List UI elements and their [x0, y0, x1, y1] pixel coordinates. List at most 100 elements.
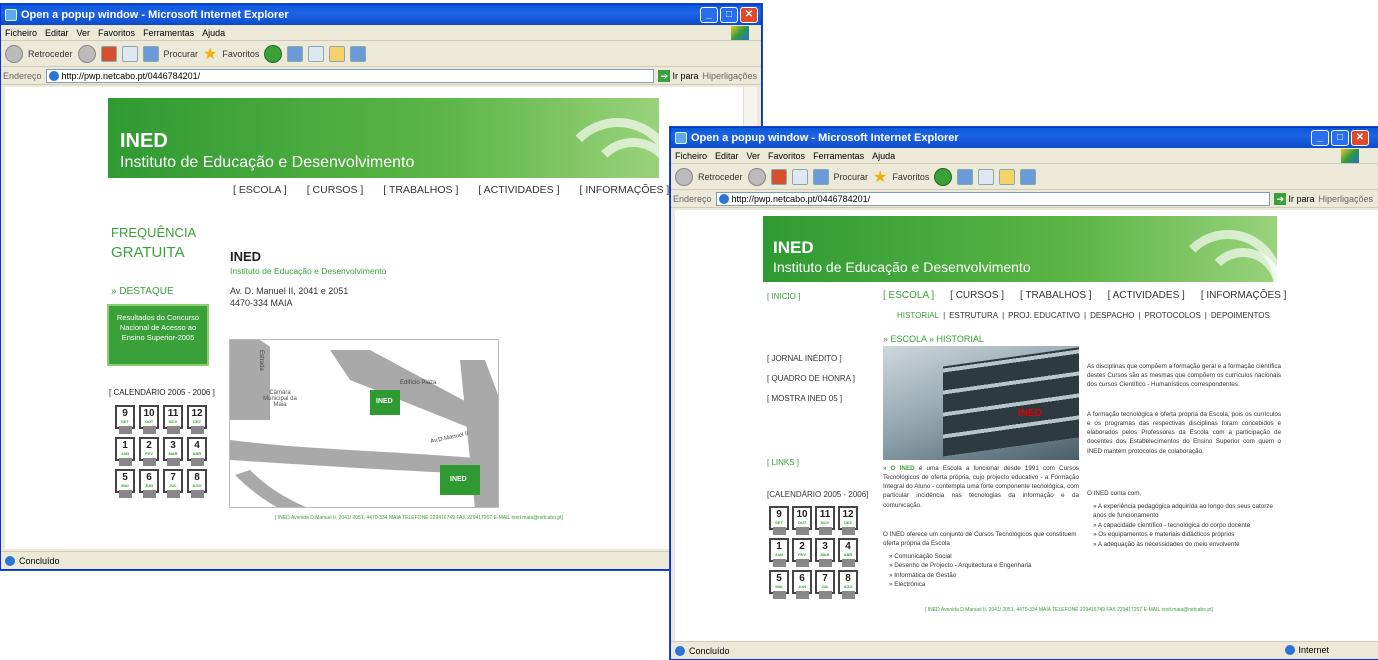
- nav-actividades[interactable]: [ ACTIVIDADES ]: [1108, 290, 1185, 301]
- nav-escola[interactable]: [ ESCOLA ]: [883, 290, 934, 301]
- nav-informacoes[interactable]: [ INFORMAÇÕES ]: [1201, 290, 1287, 301]
- links-toolbar[interactable]: Hiperligações: [1318, 194, 1373, 204]
- maximize-button[interactable]: □: [720, 7, 738, 23]
- calendar-month-tile[interactable]: 10 OUT: [792, 506, 812, 535]
- back-button-label[interactable]: Retroceder: [28, 49, 73, 59]
- subnav-historial[interactable]: HISTORIAL: [897, 311, 939, 320]
- close-button[interactable]: ✕: [1351, 130, 1369, 146]
- address-input[interactable]: http://pwp.netcabo.pt/0446784201/: [715, 191, 1271, 206]
- subnav-estrutura[interactable]: ESTRUTURA: [949, 311, 998, 320]
- favorites-star-icon[interactable]: ★: [203, 44, 217, 64]
- back-button-label[interactable]: Retroceder: [698, 172, 743, 182]
- calendar-month-tile[interactable]: 6 JUN: [139, 469, 159, 498]
- menu-ajuda[interactable]: Ajuda: [202, 28, 225, 38]
- search-button[interactable]: Procurar: [834, 172, 869, 182]
- calendar-label[interactable]: [CALENDÁRIO 2005 - 2006]: [767, 490, 868, 499]
- subnav-despacho[interactable]: DESPACHO: [1090, 311, 1134, 320]
- favorites-button[interactable]: Favoritos: [222, 49, 259, 59]
- subnav-depoimentos[interactable]: DEPOIMENTOS: [1211, 311, 1270, 320]
- destaque-link[interactable]: » DESTAQUE: [111, 286, 174, 297]
- menu-ficheiro[interactable]: Ficheiro: [675, 151, 707, 161]
- calendar-month-tile[interactable]: 11 NOV: [163, 405, 183, 434]
- side-link-jornal[interactable]: [ JORNAL INÉDITO ]: [767, 354, 842, 363]
- calendar-month-tile[interactable]: 8 AGO: [838, 570, 858, 599]
- highlight-box[interactable]: Resultados do Concurso Nacional de Acess…: [107, 304, 209, 366]
- menu-editar[interactable]: Editar: [715, 151, 739, 161]
- menu-ver[interactable]: Ver: [747, 151, 761, 161]
- calendar-month-tile[interactable]: 7 JUL: [163, 469, 183, 498]
- nav-trabalhos[interactable]: [ TRABALHOS ]: [383, 184, 458, 196]
- subnav-proj-educativo[interactable]: PROJ. EDUCATIVO: [1008, 311, 1080, 320]
- calendar-month-tile[interactable]: 12 DEZ: [838, 506, 858, 535]
- address-url[interactable]: http://pwp.netcabo.pt/0446784201/: [732, 194, 871, 204]
- back-icon[interactable]: [675, 167, 693, 186]
- nav-trabalhos[interactable]: [ TRABALHOS ]: [1020, 290, 1092, 301]
- calendar-month-tile[interactable]: 12 DEZ: [187, 405, 207, 434]
- calendar-month-tile[interactable]: 9 SET: [115, 405, 135, 434]
- menu-ajuda[interactable]: Ajuda: [872, 151, 895, 161]
- minimize-button[interactable]: _: [700, 7, 718, 23]
- back-icon[interactable]: [5, 44, 23, 63]
- calendar-month-tile[interactable]: 5 MAI: [115, 469, 135, 498]
- calendar-month-tile[interactable]: 5 MAI: [769, 570, 789, 599]
- go-button[interactable]: ➔ Ir para: [1274, 192, 1314, 205]
- nav-cursos[interactable]: [ CURSOS ]: [950, 290, 1004, 301]
- search-button[interactable]: Procurar: [164, 49, 199, 59]
- maximize-button[interactable]: □: [1331, 130, 1349, 146]
- calendar-label[interactable]: [ CALENDÁRIO 2005 - 2006 ]: [109, 388, 215, 397]
- nav-cursos[interactable]: [ CURSOS ]: [307, 184, 364, 196]
- messenger-icon[interactable]: [1020, 168, 1037, 185]
- nav-escola[interactable]: [ ESCOLA ]: [233, 184, 287, 196]
- menu-favoritos[interactable]: Favoritos: [768, 151, 805, 161]
- menu-ferramentas[interactable]: Ferramentas: [813, 151, 864, 161]
- menu-ferramentas[interactable]: Ferramentas: [143, 28, 194, 38]
- subnav-protocolos[interactable]: PROTOCOLOS: [1144, 311, 1200, 320]
- side-link-links[interactable]: [ LINKS ]: [767, 458, 799, 467]
- calendar-month-tile[interactable]: 6 JUN: [792, 570, 812, 599]
- nav-informacoes[interactable]: [ INFORMAÇÕES ]: [580, 184, 670, 196]
- favorites-button[interactable]: Favoritos: [892, 172, 929, 182]
- calendar-month-tile[interactable]: 3 MAR: [815, 538, 835, 567]
- side-link-mostra[interactable]: [ MOSTRA INED 05 ]: [767, 394, 842, 403]
- mail-icon[interactable]: [957, 168, 974, 185]
- refresh-icon[interactable]: [791, 168, 808, 185]
- forward-icon[interactable]: [77, 44, 96, 63]
- calendar-month-tile[interactable]: 4 ABR: [838, 538, 858, 567]
- menu-ficheiro[interactable]: Ficheiro: [5, 28, 37, 38]
- address-input[interactable]: http://pwp.netcabo.pt/0446784201/: [45, 68, 655, 83]
- stop-icon[interactable]: [100, 45, 117, 62]
- home-icon[interactable]: [142, 45, 159, 62]
- calendar-month-tile[interactable]: 4 ABR: [187, 437, 207, 466]
- calendar-month-tile[interactable]: 1 JAN: [115, 437, 135, 466]
- address-url[interactable]: http://pwp.netcabo.pt/0446784201/: [62, 71, 201, 81]
- calendar-month-tile[interactable]: 10 OUT: [139, 405, 159, 434]
- mail-icon[interactable]: [287, 45, 304, 62]
- folder-icon[interactable]: [329, 45, 346, 62]
- calendar-month-tile[interactable]: 9 SET: [769, 506, 789, 535]
- calendar-month-tile[interactable]: 7 JUL: [815, 570, 835, 599]
- favorites-star-icon[interactable]: ★: [873, 167, 887, 187]
- stop-icon[interactable]: [770, 168, 787, 185]
- links-toolbar[interactable]: Hiperligações: [702, 71, 757, 81]
- print-icon[interactable]: [978, 168, 995, 185]
- menu-ver[interactable]: Ver: [77, 28, 91, 38]
- history-icon[interactable]: [264, 44, 283, 63]
- home-icon[interactable]: [812, 168, 829, 185]
- refresh-icon[interactable]: [121, 45, 138, 62]
- messenger-icon[interactable]: [350, 45, 367, 62]
- calendar-month-tile[interactable]: 2 FEV: [792, 538, 812, 567]
- menu-editar[interactable]: Editar: [45, 28, 69, 38]
- calendar-month-tile[interactable]: 3 MAR: [163, 437, 183, 466]
- print-icon[interactable]: [308, 45, 325, 62]
- minimize-button[interactable]: _: [1311, 130, 1329, 146]
- calendar-month-tile[interactable]: 2 FEV: [139, 437, 159, 466]
- forward-icon[interactable]: [747, 167, 766, 186]
- folder-icon[interactable]: [999, 168, 1016, 185]
- side-link-quadro[interactable]: [ QUADRO DE HONRA ]: [767, 374, 855, 383]
- go-button[interactable]: ➔ Ir para: [658, 69, 698, 82]
- calendar-month-tile[interactable]: 8 AGO: [187, 469, 207, 498]
- nav-actividades[interactable]: [ ACTIVIDADES ]: [478, 184, 559, 196]
- history-icon[interactable]: [934, 167, 953, 186]
- nav-inicio[interactable]: [ INICIO ]: [767, 292, 800, 301]
- close-button[interactable]: ✕: [740, 7, 758, 23]
